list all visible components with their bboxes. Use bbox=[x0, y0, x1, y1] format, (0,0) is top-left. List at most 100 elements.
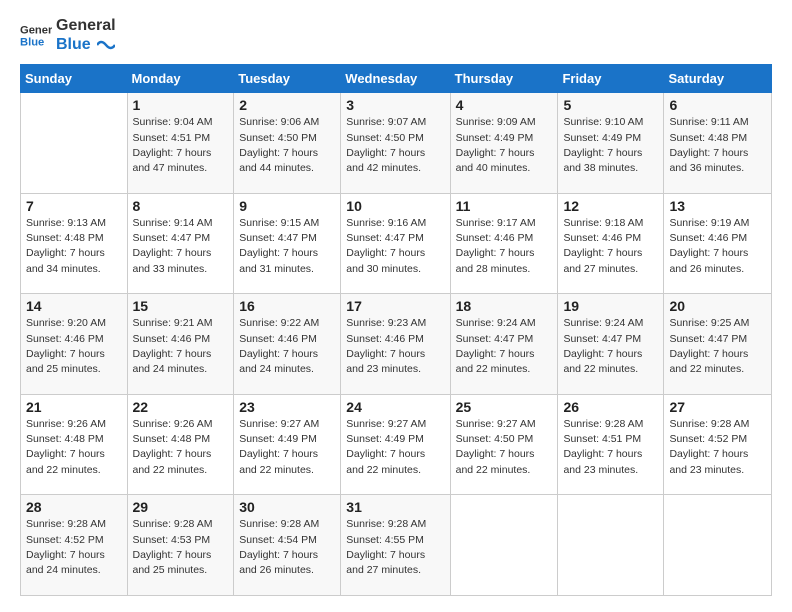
day-number: 3 bbox=[346, 97, 444, 113]
calendar-cell: 19 Sunrise: 9:24 AMSunset: 4:47 PMDayligh… bbox=[558, 294, 664, 395]
calendar-cell: 9Sunrise: 9:15 AMSunset: 4:47 PMDaylight… bbox=[234, 193, 341, 294]
svg-text:Blue: Blue bbox=[20, 37, 44, 49]
calendar-cell: 11Sunrise: 9:17 AMSunset: 4:46 PMDayligh… bbox=[450, 193, 558, 294]
day-info: Sunrise: 9:20 AMSunset: 4:46 PMDaylight:… bbox=[26, 316, 122, 377]
day-info: Sunrise: 9:26 AMSunset: 4:48 PMDaylight:… bbox=[26, 417, 122, 478]
day-info: Sunrise: 9:24 AMSunset: 4:47 PMDaylight:… bbox=[563, 316, 658, 377]
col-header-saturday: Saturday bbox=[664, 65, 772, 93]
day-info: Sunrise: 9:11 AMSunset: 4:48 PMDaylight:… bbox=[669, 115, 766, 176]
day-number: 6 bbox=[669, 97, 766, 113]
day-info: Sunrise: 9:24 AMSunset: 4:47 PMDaylight:… bbox=[456, 316, 553, 377]
logo-general: General bbox=[56, 16, 116, 35]
logo: General Blue General Blue bbox=[20, 16, 116, 54]
calendar-cell: 23 Sunrise: 9:27 AMSunset: 4:49 PMDayligh… bbox=[234, 394, 341, 495]
day-info: Sunrise: 9:13 AMSunset: 4:48 PMDaylight:… bbox=[26, 216, 122, 277]
calendar-cell: 25 Sunrise: 9:27 AMSunset: 4:50 PMDayligh… bbox=[450, 394, 558, 495]
day-number: 8 bbox=[133, 198, 229, 214]
calendar-cell: 22Sunrise: 9:26 AMSunset: 4:48 PMDayligh… bbox=[127, 394, 234, 495]
day-info: Sunrise: 9:18 AMSunset: 4:46 PMDaylight:… bbox=[563, 216, 658, 277]
day-info: Sunrise: 9:28 AMSunset: 4:52 PMDaylight:… bbox=[669, 417, 766, 478]
calendar-cell: 7 Sunrise: 9:13 AMSunset: 4:48 PMDaylight… bbox=[21, 193, 128, 294]
day-number: 17 bbox=[346, 298, 444, 314]
day-number: 4 bbox=[456, 97, 553, 113]
week-row-4: 28 Sunrise: 9:28 AMSunset: 4:52 PMDayligh… bbox=[21, 495, 772, 596]
logo-blue: Blue bbox=[56, 35, 116, 54]
day-number: 2 bbox=[239, 97, 335, 113]
logo-wave-icon bbox=[97, 39, 115, 51]
day-info: Sunrise: 9:27 AMSunset: 4:49 PMDaylight:… bbox=[239, 417, 335, 478]
day-info: Sunrise: 9:10 AMSunset: 4:49 PMDaylight:… bbox=[563, 115, 658, 176]
calendar-cell: 30 Sunrise: 9:28 AMSunset: 4:54 PMDayligh… bbox=[234, 495, 341, 596]
day-number: 30 bbox=[239, 499, 335, 515]
calendar-cell: 14 Sunrise: 9:20 AMSunset: 4:46 PMDayligh… bbox=[21, 294, 128, 395]
calendar-cell: 24Sunrise: 9:27 AMSunset: 4:49 PMDayligh… bbox=[341, 394, 450, 495]
calendar-table: SundayMondayTuesdayWednesdayThursdayFrid… bbox=[20, 64, 772, 596]
day-number: 29 bbox=[133, 499, 229, 515]
calendar-cell: 28 Sunrise: 9:28 AMSunset: 4:52 PMDayligh… bbox=[21, 495, 128, 596]
day-number: 20 bbox=[669, 298, 766, 314]
calendar-cell: 4 Sunrise: 9:09 AMSunset: 4:49 PMDaylight… bbox=[450, 93, 558, 194]
calendar-cell: 8Sunrise: 9:14 AMSunset: 4:47 PMDaylight… bbox=[127, 193, 234, 294]
day-number: 31 bbox=[346, 499, 444, 515]
col-header-tuesday: Tuesday bbox=[234, 65, 341, 93]
day-info: Sunrise: 9:09 AMSunset: 4:49 PMDaylight:… bbox=[456, 115, 553, 176]
day-number: 19 bbox=[563, 298, 658, 314]
day-info: Sunrise: 9:19 AMSunset: 4:46 PMDaylight:… bbox=[669, 216, 766, 277]
calendar-cell: 13 Sunrise: 9:19 AMSunset: 4:46 PMDayligh… bbox=[664, 193, 772, 294]
week-row-1: 7 Sunrise: 9:13 AMSunset: 4:48 PMDaylight… bbox=[21, 193, 772, 294]
col-header-wednesday: Wednesday bbox=[341, 65, 450, 93]
col-header-monday: Monday bbox=[127, 65, 234, 93]
calendar-cell: 6 Sunrise: 9:11 AMSunset: 4:48 PMDaylight… bbox=[664, 93, 772, 194]
day-number: 18 bbox=[456, 298, 553, 314]
week-row-3: 21 Sunrise: 9:26 AMSunset: 4:48 PMDayligh… bbox=[21, 394, 772, 495]
calendar-header-row: SundayMondayTuesdayWednesdayThursdayFrid… bbox=[21, 65, 772, 93]
calendar-cell: 27Sunrise: 9:28 AMSunset: 4:52 PMDayligh… bbox=[664, 394, 772, 495]
day-info: Sunrise: 9:21 AMSunset: 4:46 PMDaylight:… bbox=[133, 316, 229, 377]
day-info: Sunrise: 9:22 AMSunset: 4:46 PMDaylight:… bbox=[239, 316, 335, 377]
day-number: 1 bbox=[133, 97, 229, 113]
day-info: Sunrise: 9:28 AMSunset: 4:54 PMDaylight:… bbox=[239, 517, 335, 578]
calendar-cell: 5 Sunrise: 9:10 AMSunset: 4:49 PMDaylight… bbox=[558, 93, 664, 194]
col-header-thursday: Thursday bbox=[450, 65, 558, 93]
calendar-cell bbox=[664, 495, 772, 596]
calendar-cell: 10 Sunrise: 9:16 AMSunset: 4:47 PMDayligh… bbox=[341, 193, 450, 294]
day-number: 15 bbox=[133, 298, 229, 314]
day-number: 26 bbox=[563, 399, 658, 415]
logo-icon: General Blue bbox=[20, 19, 52, 51]
calendar-cell: 17 Sunrise: 9:23 AMSunset: 4:46 PMDayligh… bbox=[341, 294, 450, 395]
day-info: Sunrise: 9:27 AMSunset: 4:50 PMDaylight:… bbox=[456, 417, 553, 478]
week-row-0: 1 Sunrise: 9:04 AMSunset: 4:51 PMDaylight… bbox=[21, 93, 772, 194]
day-number: 7 bbox=[26, 198, 122, 214]
svg-text:General: General bbox=[20, 25, 52, 37]
day-info: Sunrise: 9:28 AMSunset: 4:51 PMDaylight:… bbox=[563, 417, 658, 478]
day-number: 13 bbox=[669, 198, 766, 214]
calendar-cell: 2 Sunrise: 9:06 AMSunset: 4:50 PMDaylight… bbox=[234, 93, 341, 194]
day-number: 25 bbox=[456, 399, 553, 415]
calendar-cell: 16Sunrise: 9:22 AMSunset: 4:46 PMDayligh… bbox=[234, 294, 341, 395]
calendar-cell: 29Sunrise: 9:28 AMSunset: 4:53 PMDayligh… bbox=[127, 495, 234, 596]
day-info: Sunrise: 9:28 AMSunset: 4:55 PMDaylight:… bbox=[346, 517, 444, 578]
calendar-cell bbox=[450, 495, 558, 596]
day-number: 12 bbox=[563, 198, 658, 214]
day-info: Sunrise: 9:16 AMSunset: 4:47 PMDaylight:… bbox=[346, 216, 444, 277]
day-info: Sunrise: 9:04 AMSunset: 4:51 PMDaylight:… bbox=[133, 115, 229, 176]
calendar-cell bbox=[558, 495, 664, 596]
day-number: 10 bbox=[346, 198, 444, 214]
calendar-cell: 15 Sunrise: 9:21 AMSunset: 4:46 PMDayligh… bbox=[127, 294, 234, 395]
calendar-cell: 12 Sunrise: 9:18 AMSunset: 4:46 PMDayligh… bbox=[558, 193, 664, 294]
day-info: Sunrise: 9:26 AMSunset: 4:48 PMDaylight:… bbox=[133, 417, 229, 478]
day-number: 24 bbox=[346, 399, 444, 415]
day-number: 11 bbox=[456, 198, 553, 214]
day-number: 23 bbox=[239, 399, 335, 415]
header: General Blue General Blue bbox=[20, 16, 772, 54]
calendar-cell: 20Sunrise: 9:25 AMSunset: 4:47 PMDayligh… bbox=[664, 294, 772, 395]
day-number: 21 bbox=[26, 399, 122, 415]
day-info: Sunrise: 9:06 AMSunset: 4:50 PMDaylight:… bbox=[239, 115, 335, 176]
calendar-cell bbox=[21, 93, 128, 194]
day-info: Sunrise: 9:23 AMSunset: 4:46 PMDaylight:… bbox=[346, 316, 444, 377]
day-number: 14 bbox=[26, 298, 122, 314]
day-number: 28 bbox=[26, 499, 122, 515]
day-info: Sunrise: 9:15 AMSunset: 4:47 PMDaylight:… bbox=[239, 216, 335, 277]
day-number: 5 bbox=[563, 97, 658, 113]
day-info: Sunrise: 9:28 AMSunset: 4:52 PMDaylight:… bbox=[26, 517, 122, 578]
